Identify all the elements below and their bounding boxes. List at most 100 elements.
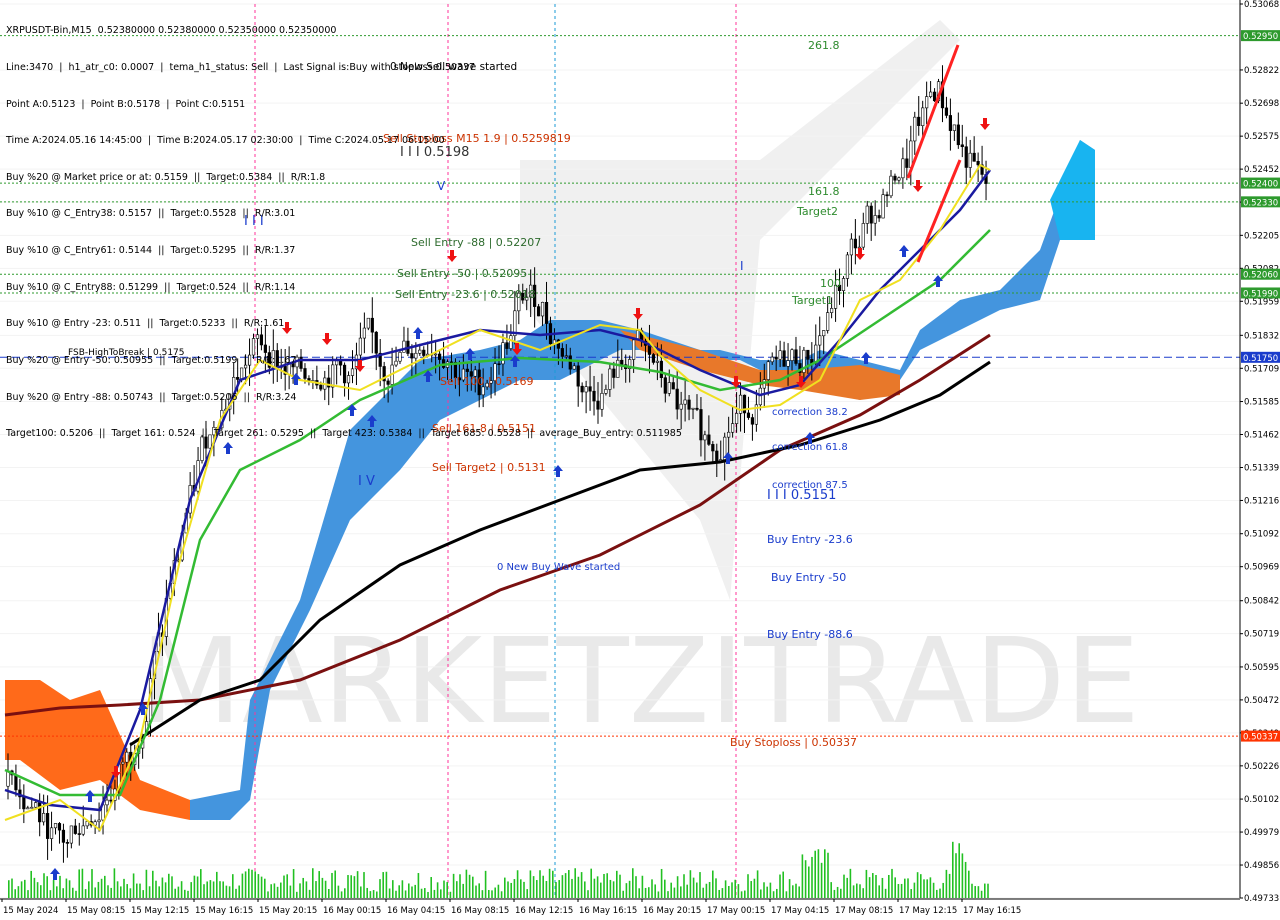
candle-body (69, 825, 73, 844)
info-line: XRPUSDT-Bin,M15 0.52380000 0.52380000 0.… (6, 25, 337, 37)
volume-bar (465, 869, 468, 898)
volume-bar (116, 881, 119, 898)
volume-bar (404, 890, 407, 898)
candle-body (944, 107, 949, 116)
volume-bar (977, 886, 980, 898)
volume-bar (52, 880, 55, 898)
info-line: Point A:0.5123 | Point B:0.5178 | Point … (6, 98, 246, 110)
price-axis: 0.53068 0.52822 0.52698 0.52575 0.52452 0.523… (1239, 0, 1280, 920)
volume-bar (385, 871, 388, 898)
candle-body (794, 349, 798, 364)
volume-bar (244, 871, 247, 898)
volume-bar (123, 878, 125, 898)
volume-bar (84, 889, 87, 898)
volume-bar (702, 887, 704, 898)
volume-bar (532, 876, 535, 898)
volume-bar (475, 885, 477, 898)
volume-bar (580, 872, 583, 898)
volume-bar (910, 889, 912, 898)
volume-bar (657, 891, 660, 898)
volume-bar (715, 878, 717, 898)
volume-bar (292, 869, 295, 898)
volume-bar (846, 877, 848, 898)
volume-bar (27, 890, 29, 898)
volume-bar (654, 884, 656, 898)
volume-bar (155, 880, 157, 898)
volume-bar (520, 879, 522, 898)
volume-bar (280, 882, 282, 898)
candle-body (699, 409, 703, 441)
volume-bar (276, 886, 279, 898)
price-tag-label: 0.52950 (1243, 32, 1278, 42)
chart-annotation: 161.8 (808, 185, 840, 198)
volume-bar (792, 885, 794, 898)
candle-body (806, 349, 810, 360)
volume-bar (203, 884, 205, 898)
candle-body (905, 158, 909, 168)
volume-bar (363, 872, 365, 898)
volume-bar (299, 883, 301, 898)
candle-body (734, 413, 739, 424)
volume-bar (395, 890, 397, 898)
volume-bar (945, 869, 948, 898)
volume-bar (180, 881, 183, 898)
volume-bar (200, 869, 202, 898)
chart-annotation: correction 61.8 (772, 442, 848, 453)
candle-body (889, 175, 893, 197)
volume-bar (433, 889, 436, 898)
volume-bar (827, 852, 829, 898)
chart-annotation: Buy Entry -50 (771, 571, 846, 584)
volume-bar (961, 853, 964, 898)
volume-bar (920, 874, 922, 898)
volume-bar (420, 888, 423, 898)
volume-bar (744, 890, 746, 898)
y-tick-label: 0.52452 (1244, 165, 1279, 175)
volume-bar (948, 873, 951, 898)
volume-bar (568, 870, 570, 898)
y-tick-label: 0.49979 (1244, 828, 1279, 838)
volume-bar (891, 868, 893, 898)
volume-bar (510, 882, 512, 898)
volume-bar (516, 870, 519, 898)
volume-bar (529, 870, 532, 898)
volume-bar (100, 878, 103, 898)
volume-bar (24, 879, 26, 898)
volume-bar (593, 878, 596, 898)
volume-bar (75, 890, 77, 898)
volume-bar (782, 871, 784, 898)
volume-bar (417, 873, 420, 898)
price-tag-label: 0.51750 (1243, 354, 1278, 364)
volume-bar (171, 876, 173, 898)
volume-bar (833, 889, 836, 898)
volume-bar (683, 874, 685, 898)
volume-bar (376, 891, 378, 898)
candle-body (964, 146, 968, 168)
volume-bar (459, 874, 461, 898)
volume-bar (984, 883, 986, 898)
volume-bar (747, 874, 749, 898)
volume-bar (446, 882, 448, 898)
candle-body (691, 407, 695, 410)
volume-bar (184, 889, 186, 898)
volume-bar (974, 886, 976, 898)
volume-bar (72, 887, 74, 898)
volume-bar (731, 882, 733, 898)
volume-bar (868, 877, 871, 898)
volume-bar (452, 873, 455, 898)
info-line: Buy %10 @ Entry -23: 0.511 || Target:0.5… (6, 318, 285, 330)
y-tick-label: 0.50226 (1244, 762, 1279, 772)
candle-body (881, 194, 885, 219)
info-line: Buy %10 @ C_Entry88: 0.51299 || Target:0… (6, 281, 296, 293)
volume-bar (62, 888, 64, 898)
candle-body (897, 177, 901, 181)
volume-bar (254, 871, 256, 898)
volume-bar (667, 891, 669, 898)
volume-bar (856, 883, 858, 898)
volume-bar (686, 884, 688, 898)
chart-annotation: I (740, 259, 744, 273)
volume-bar (353, 876, 356, 898)
volume-bar (484, 870, 487, 898)
price-tag-label: 0.52060 (1243, 271, 1278, 281)
y-tick-label: 0.51216 (1244, 496, 1279, 506)
volume-bar (33, 877, 36, 898)
